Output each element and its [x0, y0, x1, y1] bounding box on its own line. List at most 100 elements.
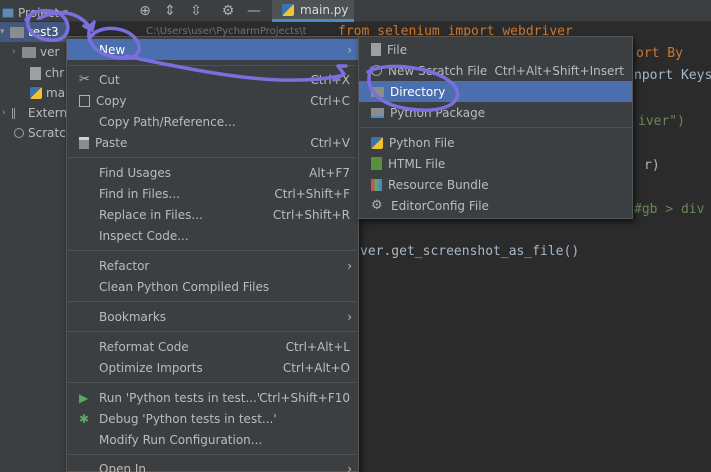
separator	[68, 454, 357, 455]
menu-label: Python Package	[390, 105, 486, 120]
expand-arrow-icon: ▾	[0, 27, 5, 37]
chevron-right-icon: ›	[347, 309, 352, 324]
menu-shortcut: Ctrl+Alt+L	[285, 339, 350, 354]
separator	[68, 157, 357, 158]
menu-shortcut: Ctrl+C	[310, 93, 350, 108]
menu-shortcut: Ctrl+Shift+R	[272, 207, 350, 222]
menu-item-reformat-code[interactable]: Reformat Code Ctrl+Alt+L	[67, 336, 358, 357]
menu-item-paste[interactable]: Paste Ctrl+V	[67, 132, 358, 153]
gear-icon: ⚙	[371, 197, 383, 213]
menu-label: HTML File	[388, 156, 446, 171]
menu-item-modify-run-config[interactable]: Modify Run Configuration...	[67, 429, 358, 450]
tree-item-scratches[interactable]: Scratch	[14, 123, 73, 143]
separator	[68, 250, 357, 251]
chevron-right-icon: ›	[347, 461, 352, 472]
tab-main-py[interactable]: main.py	[272, 0, 354, 22]
chevron-down-icon: ▾	[63, 7, 68, 18]
hide-icon[interactable]: —	[244, 1, 264, 21]
debug-icon: ✱	[79, 411, 90, 426]
tree-item-main[interactable]: ma	[30, 83, 65, 103]
menu-label: Refactor	[99, 258, 150, 273]
submenu-item-editorconfig[interactable]: ⚙ EditorConfig File	[359, 195, 632, 216]
menu-item-open-in[interactable]: Open In ›	[67, 458, 358, 472]
menu-label: Copy Path/Reference...	[99, 114, 236, 129]
submenu-item-directory[interactable]: Directory	[359, 81, 632, 102]
submenu-item-html-file[interactable]: HTML File	[359, 153, 632, 174]
folder-icon	[22, 46, 36, 58]
menu-label: Debug 'Python tests in test...'	[99, 411, 277, 426]
python-file-icon	[371, 136, 383, 149]
menu-label: Inspect Code...	[99, 228, 189, 243]
html-file-icon	[371, 157, 382, 170]
menu-shortcut: Ctrl+X	[310, 72, 350, 87]
resource-bundle-icon	[371, 178, 382, 191]
submenu-item-scratch-file[interactable]: New Scratch File Ctrl+Alt+Shift+Insert	[359, 60, 632, 81]
submenu-item-file[interactable]: File	[359, 39, 632, 60]
menu-shortcut: Ctrl+V	[310, 135, 350, 150]
menu-item-refactor[interactable]: Refactor ›	[67, 255, 358, 276]
code-line: nport Keys	[634, 68, 711, 83]
menu-item-run-tests[interactable]: ▶ Run 'Python tests in test...' Ctrl+Shi…	[67, 387, 358, 408]
separator	[360, 127, 631, 128]
submenu-item-python-package[interactable]: Python Package	[359, 102, 632, 123]
menu-item-replace-in-files[interactable]: Replace in Files... Ctrl+Shift+R	[67, 204, 358, 225]
separator	[68, 65, 357, 66]
submenu-item-resource-bundle[interactable]: Resource Bundle	[359, 174, 632, 195]
collapse-all-icon[interactable]: ⇳	[186, 1, 206, 21]
menu-item-find-usages[interactable]: Find Usages Alt+F7	[67, 162, 358, 183]
project-icon	[2, 7, 14, 18]
code-line: r)	[644, 158, 660, 173]
tree-item-venv[interactable]: › ver	[12, 42, 59, 62]
scratch-icon	[371, 65, 382, 76]
menu-shortcut: Alt+F7	[309, 165, 350, 180]
menu-shortcut: Ctrl+Alt+Shift+Insert	[494, 63, 624, 78]
menu-item-find-in-files[interactable]: Find in Files... Ctrl+Shift+F	[67, 183, 358, 204]
new-submenu: File New Scratch File Ctrl+Alt+Shift+Ins…	[358, 36, 633, 219]
expand-all-icon[interactable]: ⇕	[160, 1, 180, 21]
folder-icon	[10, 26, 24, 38]
chevron-right-icon: ›	[347, 258, 352, 273]
chevron-right-icon: ›	[12, 47, 16, 57]
menu-item-copy[interactable]: Copy Ctrl+C	[67, 90, 358, 111]
menu-label: Python File	[389, 135, 455, 150]
top-toolbar: Project ▾ ⊕ ⇕ ⇳ ⚙ — main.py	[0, 0, 711, 22]
tree-item-label: ver	[40, 45, 60, 59]
gear-icon[interactable]: ⚙	[218, 1, 238, 21]
menu-shortcut: Ctrl+Alt+O	[282, 360, 350, 375]
tree-item-chr[interactable]: chr	[30, 63, 64, 83]
menu-item-debug-tests[interactable]: ✱ Debug 'Python tests in test...'	[67, 408, 358, 429]
menu-item-clean-compiled[interactable]: Clean Python Compiled Files	[67, 276, 358, 297]
project-view-button[interactable]: Project ▾	[0, 0, 72, 22]
copy-icon	[79, 94, 90, 107]
code-line: iver")	[638, 114, 685, 129]
submenu-item-python-file[interactable]: Python File	[359, 132, 632, 153]
separator	[68, 331, 357, 332]
tree-item-label: chr	[45, 66, 65, 80]
menu-item-bookmarks[interactable]: Bookmarks ›	[67, 306, 358, 327]
menu-item-optimize-imports[interactable]: Optimize Imports Ctrl+Alt+O	[67, 357, 358, 378]
menu-item-copy-path[interactable]: Copy Path/Reference...	[67, 111, 358, 132]
run-icon: ▶	[79, 390, 89, 405]
menu-item-cut[interactable]: ✂ Cut Ctrl+X	[67, 69, 358, 90]
code-line: ver.get_screenshot_as_file()	[360, 244, 580, 259]
tree-item-external-libraries[interactable]: › Externa	[2, 103, 74, 123]
package-icon	[371, 107, 384, 118]
menu-item-inspect-code[interactable]: Inspect Code...	[67, 225, 358, 246]
menu-item-new[interactable]: New ›	[67, 39, 358, 60]
locate-icon[interactable]: ⊕	[135, 1, 155, 21]
folder-icon	[371, 86, 384, 97]
menu-label: Open In	[99, 461, 147, 472]
library-icon	[12, 107, 24, 119]
menu-shortcut: Ctrl+Shift+F10	[259, 390, 350, 405]
project-label: Project	[18, 5, 60, 20]
tree-item-test3[interactable]: ▾ test3	[0, 22, 59, 42]
